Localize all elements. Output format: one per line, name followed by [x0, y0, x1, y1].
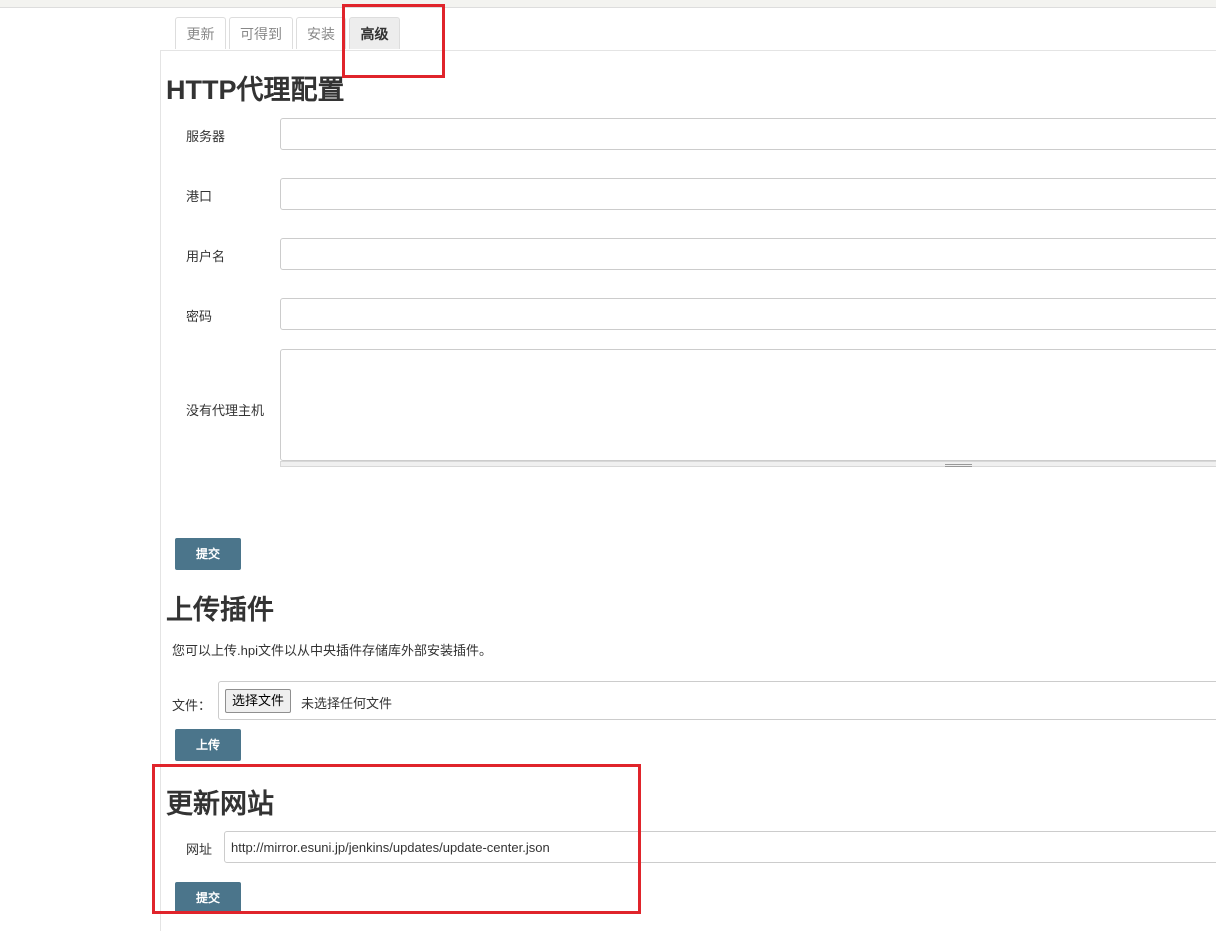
password-label: 密码	[186, 309, 213, 324]
choose-file-button[interactable]: 选择文件	[225, 689, 292, 713]
file-label: 文件：	[172, 698, 212, 713]
upload-description: 您可以上传.hpi文件以从中央插件存储库外部安装插件。	[172, 643, 492, 658]
password-input[interactable]	[280, 298, 1216, 330]
username-label: 用户名	[186, 249, 226, 264]
file-status-text: 未选择任何文件	[301, 696, 393, 711]
advanced-tab-highlight	[342, 4, 445, 78]
proxy-submit-button[interactable]: 提交	[175, 538, 241, 570]
port-label: 港口	[186, 189, 213, 204]
tab-updates[interactable]: 更新	[175, 17, 226, 49]
upload-section-title: 上传插件	[166, 595, 274, 625]
port-input[interactable]	[280, 178, 1216, 210]
upload-button[interactable]: 上传	[175, 729, 241, 761]
textarea-resize-bar[interactable]	[280, 461, 1216, 467]
proxy-section-title: HTTP代理配置	[166, 75, 345, 105]
resize-grip-icon[interactable]	[945, 464, 972, 467]
server-input[interactable]	[280, 118, 1216, 150]
top-bar	[0, 0, 1216, 8]
update-site-highlight	[152, 764, 641, 914]
no-proxy-hosts-label: 没有代理主机	[186, 403, 265, 418]
tab-available[interactable]: 可得到	[229, 17, 293, 49]
tab-installed[interactable]: 安装	[296, 17, 346, 49]
username-input[interactable]	[280, 238, 1216, 270]
server-label: 服务器	[186, 129, 226, 144]
no-proxy-hosts-textarea[interactable]	[280, 349, 1216, 461]
